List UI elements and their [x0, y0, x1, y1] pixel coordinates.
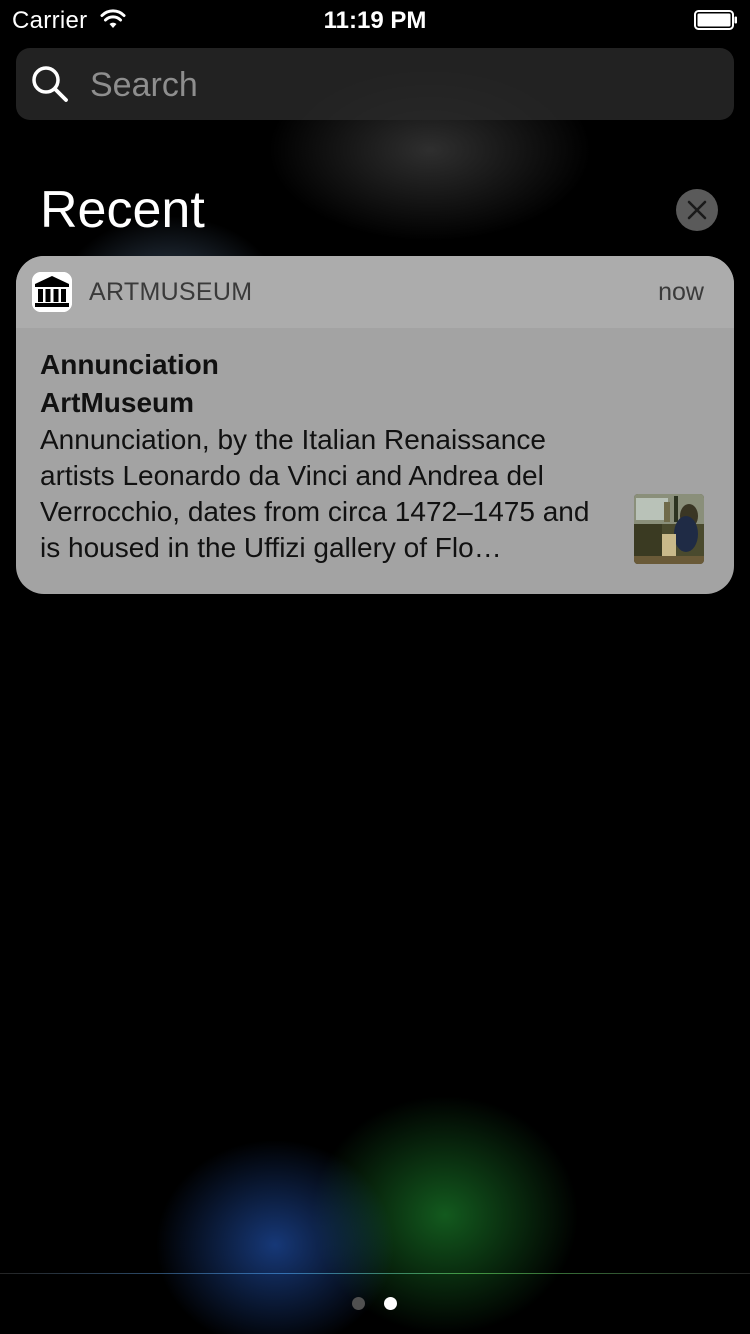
notification-app-name: ARTMUSEUM	[89, 278, 253, 306]
page-dot-2-active[interactable]	[384, 1297, 397, 1310]
clock: 11:19 PM	[323, 7, 427, 34]
section-title-recent: Recent	[40, 181, 205, 239]
notification-subtitle: ArtMuseum	[40, 387, 195, 418]
page-control[interactable]	[0, 1297, 750, 1311]
painting-thumbnail	[634, 494, 704, 564]
status-bar: Carrier 11:19 PM	[0, 0, 750, 40]
museum-icon	[32, 272, 72, 312]
notification-title: Annunciation	[40, 349, 219, 380]
search-icon	[32, 66, 68, 102]
clear-notifications-button[interactable]	[676, 189, 718, 231]
page-dot-1[interactable]	[352, 1297, 365, 1310]
battery-icon	[694, 10, 737, 30]
dock-divider	[0, 1273, 750, 1274]
search-input[interactable]	[88, 58, 712, 112]
notification-body: Annunciation ArtMuseum Annunciation, by …	[16, 328, 734, 566]
notification-message: Annunciation, by the Italian Renaissance…	[40, 424, 590, 563]
notification-timestamp: now	[658, 278, 704, 306]
notification-card[interactable]: ARTMUSEUM now Annunciation ArtMuseum Ann…	[16, 256, 734, 594]
close-icon	[687, 200, 707, 220]
search-bar[interactable]	[16, 48, 734, 120]
notification-header: ARTMUSEUM now	[16, 256, 734, 328]
